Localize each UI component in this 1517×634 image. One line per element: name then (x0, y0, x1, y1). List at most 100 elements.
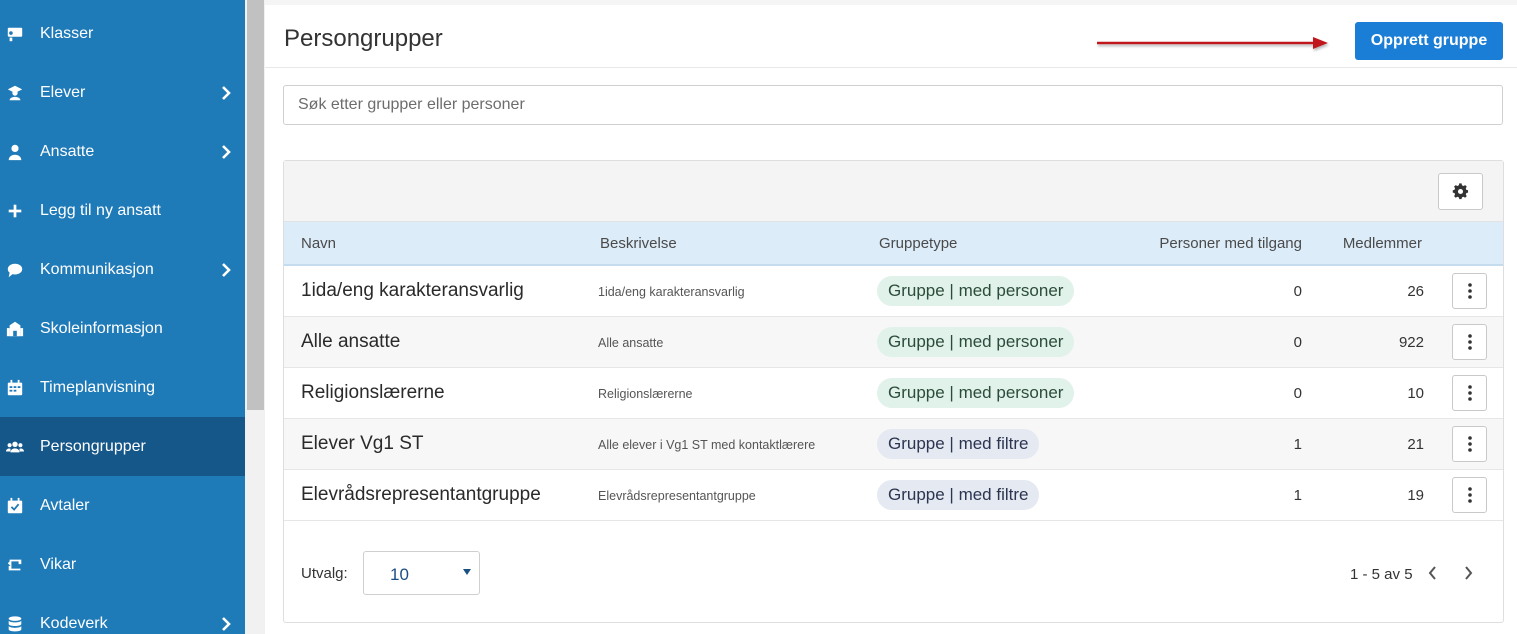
sidebar-item-label: Vikar (40, 555, 77, 573)
table-row[interactable]: Elevrådsrepresentantgruppe Elevrådsrepre… (284, 470, 1503, 521)
chat-icon (5, 260, 25, 280)
classroom-icon (5, 24, 25, 44)
group-type-badge: Gruppe | med personer (877, 276, 1075, 306)
users-icon (5, 437, 25, 457)
group-type-badge: Gruppe | med filtre (877, 480, 1040, 510)
row-actions-button[interactable] (1452, 324, 1487, 360)
page-header: Persongrupper Opprett gruppe (265, 0, 1517, 68)
row-actions-button[interactable] (1452, 426, 1487, 462)
sidebar-item-skoleinformasjon[interactable]: Skoleinformasjon (0, 299, 245, 358)
access-count: 1 (1293, 487, 1302, 504)
sidebar-item-label: Klasser (40, 24, 94, 42)
sidebar-item-elever[interactable]: Elever (0, 63, 245, 122)
sidebar-item-avtaler[interactable]: Avtaler (0, 476, 245, 535)
table-row[interactable]: Elever Vg1 ST Alle elever i Vg1 ST med k… (284, 419, 1503, 470)
page-size-value: 10 (390, 565, 409, 584)
caret-down-icon (463, 569, 471, 575)
chevron-right-icon (218, 144, 234, 160)
sidebar-item-label: Ansatte (40, 142, 95, 160)
chevron-right-icon (218, 85, 234, 101)
sidebar-item-kodeverk[interactable]: Kodeverk (0, 594, 245, 634)
page-title: Persongrupper (284, 25, 443, 52)
page-size-select[interactable]: 10 (363, 551, 480, 595)
group-name[interactable]: Elever Vg1 ST (301, 433, 424, 455)
page-size-label: Utvalg: (301, 565, 348, 582)
kebab-menu-icon (1467, 283, 1472, 299)
chevron-right-icon (218, 616, 234, 632)
access-count: 1 (1293, 436, 1302, 453)
database-icon (5, 614, 25, 634)
group-name[interactable]: Elevrådsrepresentantgruppe (301, 484, 541, 506)
column-header-group-type[interactable]: Gruppetype (879, 235, 957, 252)
table-row[interactable]: Alle ansatte Alle ansatte Gruppe | med p… (284, 317, 1503, 368)
kebab-menu-icon (1467, 487, 1472, 503)
table-settings-button[interactable] (1438, 173, 1483, 210)
group-description: Alle ansatte (598, 336, 664, 350)
group-name[interactable]: 1ida/eng karakteransvarlig (301, 280, 524, 302)
chevron-right-icon (218, 262, 234, 278)
row-actions-button[interactable] (1452, 273, 1487, 309)
column-header-description[interactable]: Beskrivelse (600, 235, 677, 252)
table-row[interactable]: 1ida/eng karakteransvarlig 1ida/eng kara… (284, 266, 1503, 317)
school-icon (5, 319, 25, 339)
sidebar-item-timeplanvisning[interactable]: Timeplanvisning (0, 358, 245, 417)
sidebar-item-kommunikasjon[interactable]: Kommunikasjon (0, 240, 245, 299)
chevron-left-icon (1428, 566, 1436, 580)
group-name[interactable]: Alle ansatte (301, 331, 400, 353)
group-type-badge: Gruppe | med personer (877, 327, 1075, 357)
search-input[interactable] (283, 85, 1503, 125)
sidebar-item-label: Legg til ny ansatt (40, 201, 161, 219)
sidebar-item-label: Elever (40, 83, 86, 101)
user-icon (5, 142, 25, 162)
column-header-members[interactable]: Medlemmer (1343, 235, 1422, 252)
create-group-button[interactable]: Opprett gruppe (1355, 22, 1503, 60)
group-type-badge: Gruppe | med filtre (877, 429, 1040, 459)
column-header-access[interactable]: Personer med tilgang (1159, 235, 1302, 252)
group-description: 1ida/eng karakteransvarlig (598, 285, 745, 299)
members-count: 26 (1407, 283, 1424, 300)
row-actions-button[interactable] (1452, 477, 1487, 513)
kebab-menu-icon (1467, 436, 1472, 452)
group-type-badge: Gruppe | med personer (877, 378, 1075, 408)
sidebar-item-klasser[interactable]: Klasser (0, 4, 245, 63)
sidebar-item-label: Kodeverk (40, 614, 108, 632)
group-name[interactable]: Religionslærerne (301, 382, 445, 404)
sidebar-scrollbar-thumb[interactable] (247, 0, 264, 410)
calendar-check-icon (5, 496, 25, 516)
members-count: 10 (1407, 385, 1424, 402)
sidebar-item-vikar[interactable]: Vikar (0, 535, 245, 594)
gear-icon (1452, 183, 1469, 200)
retweet-icon (5, 555, 25, 575)
sidebar-item-label: Avtaler (40, 496, 90, 514)
pagination-info: 1 - 5 av 5 (1350, 566, 1413, 583)
annotation-arrow-icon (1097, 37, 1328, 49)
main-content: Persongrupper Opprett gruppe Navn Beskri… (265, 0, 1517, 634)
sidebar-item-label: Kommunikasjon (40, 260, 154, 278)
group-description: Religionslærerne (598, 387, 693, 401)
sidebar: Klasser Elever Ansatte Legg til ny ansat… (0, 0, 245, 634)
group-description: Elevrådsrepresentantgruppe (598, 489, 756, 503)
chevron-right-icon (1465, 566, 1473, 580)
members-count: 21 (1407, 436, 1424, 453)
groups-table-card: Navn Beskrivelse Gruppetype Personer med… (283, 160, 1504, 623)
previous-page-button[interactable] (1425, 564, 1441, 582)
table-row[interactable]: Religionslærerne Religionslærerne Gruppe… (284, 368, 1503, 419)
access-count: 0 (1293, 385, 1302, 402)
sidebar-item-persongrupper[interactable]: Persongrupper (0, 417, 245, 476)
calendar-icon (5, 378, 25, 398)
plus-icon (5, 201, 25, 221)
members-count: 922 (1398, 334, 1424, 351)
access-count: 0 (1293, 283, 1302, 300)
sidebar-item-ansatte[interactable]: Ansatte (0, 122, 245, 181)
next-page-button[interactable] (1460, 564, 1476, 582)
kebab-menu-icon (1467, 385, 1472, 401)
access-count: 0 (1293, 334, 1302, 351)
column-header-name[interactable]: Navn (301, 235, 336, 252)
sidebar-item-label: Skoleinformasjon (40, 319, 163, 337)
sidebar-item-label: Timeplanvisning (40, 378, 156, 396)
sidebar-item-legg-til-ny-ansatt[interactable]: Legg til ny ansatt (0, 181, 245, 240)
row-actions-button[interactable] (1452, 375, 1487, 411)
group-description: Alle elever i Vg1 ST med kontaktlærere (598, 438, 816, 452)
student-icon (5, 83, 25, 103)
table-header: Navn Beskrivelse Gruppetype Personer med… (284, 222, 1503, 266)
